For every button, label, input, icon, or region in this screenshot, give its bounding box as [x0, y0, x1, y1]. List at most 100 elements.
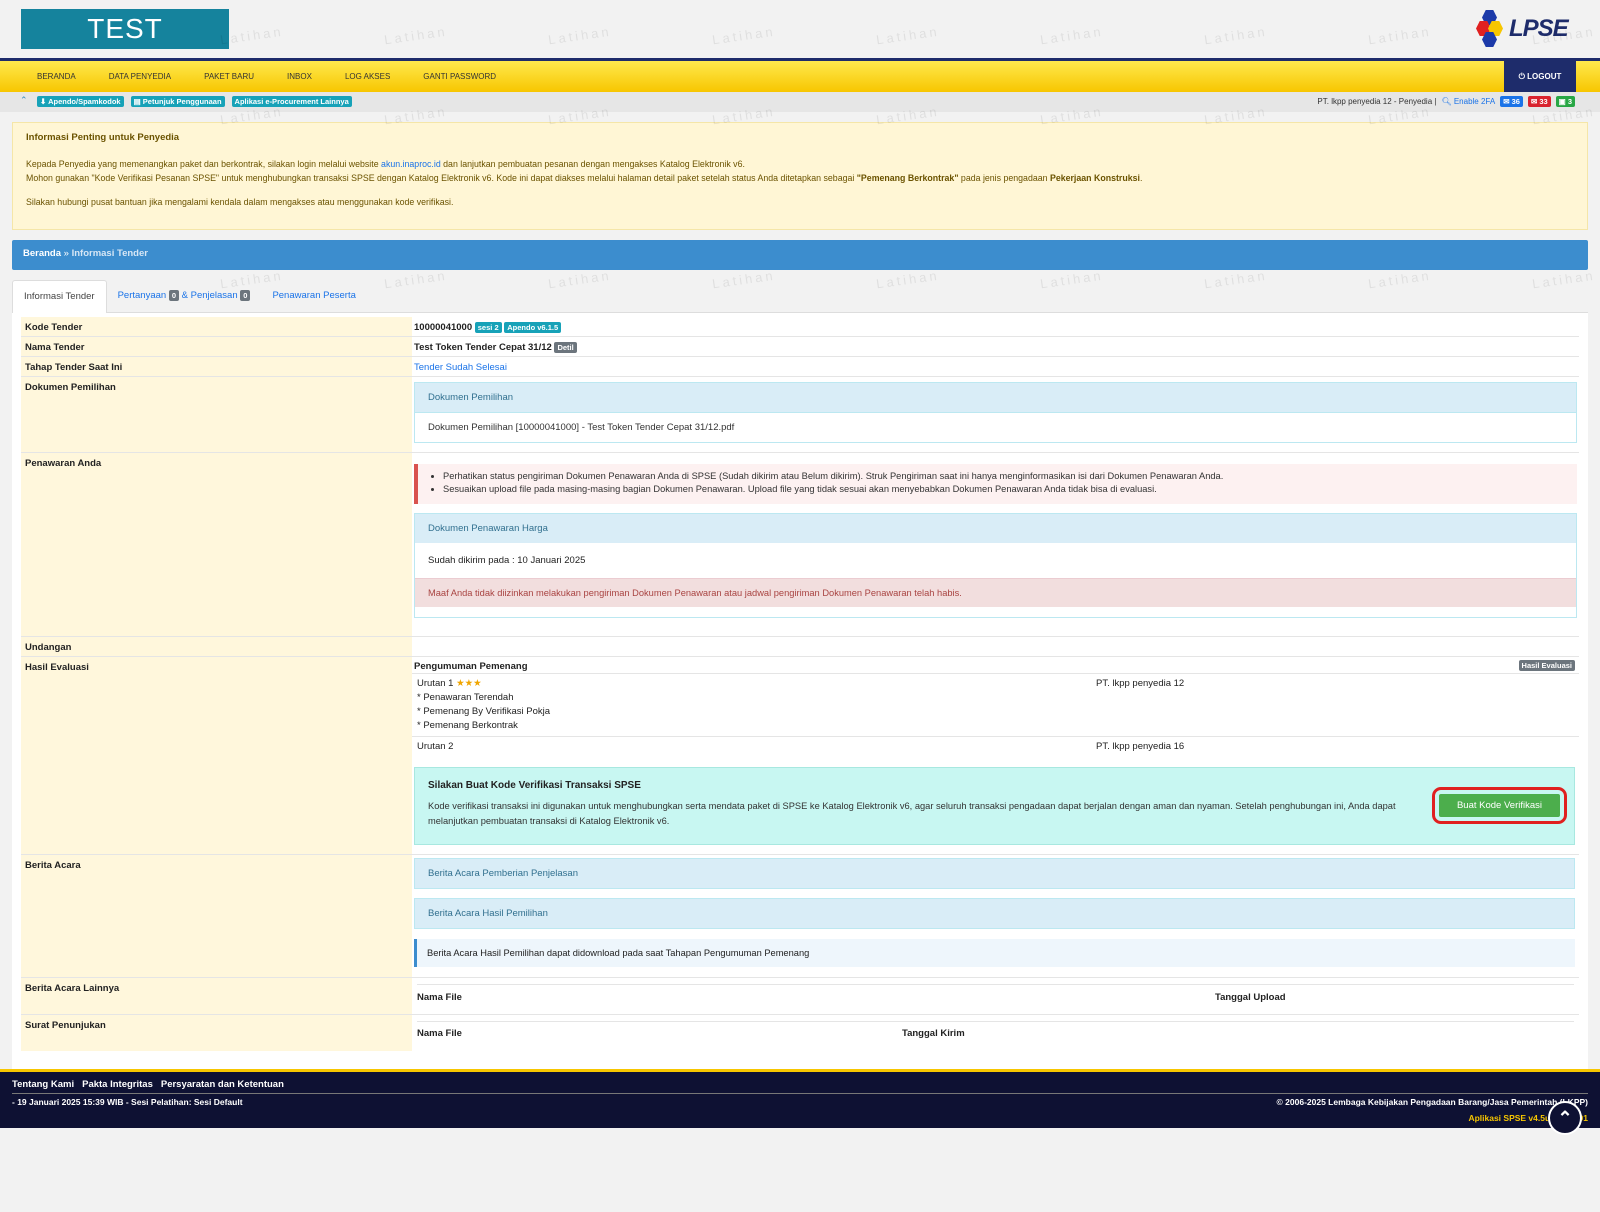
- info-bold: "Pemenang Berkontrak": [856, 173, 959, 183]
- info-text: pada jenis pengadaan: [958, 173, 1050, 183]
- table-row: Nama Tender Test Token Tender Cepat 31/1…: [21, 337, 1579, 357]
- notice-item: Sesuaikan upload file pada masing-masing…: [443, 484, 1567, 494]
- buat-kode-verifikasi-button[interactable]: Buat Kode Verifikasi: [1431, 787, 1568, 824]
- table-row: Berita Acara Berita Acara Pemberian Penj…: [21, 855, 1579, 978]
- winner-note: * Penawaran Terendah: [417, 692, 514, 703]
- urutan-label: Urutan 2: [417, 741, 454, 752]
- table-row: Undangan: [21, 637, 1579, 657]
- urutan-label: Urutan 1: [417, 678, 454, 689]
- breadcrumb: Beranda » Informasi Tender: [12, 240, 1588, 270]
- petunjuk-link[interactable]: ▤ Petunjuk Penggunaan: [130, 96, 225, 107]
- table-row: Berita Acara Lainnya Nama File Tanggal U…: [21, 978, 1579, 1015]
- info-p2: Mohon gunakan "Kode Verifikasi Pesanan S…: [26, 171, 1574, 185]
- row-label: Hasil Evaluasi: [21, 657, 412, 854]
- info-text: Mohon gunakan "Kode Verifikasi Pesanan S…: [26, 173, 857, 183]
- unread-count-badge[interactable]: ✉ 33: [1527, 96, 1551, 107]
- hasil-evaluasi-badge[interactable]: Hasil Evaluasi: [1518, 660, 1575, 671]
- info-p3: Silakan hubungi pusat bantuan jika menga…: [26, 197, 454, 207]
- nav-paket-baru[interactable]: PAKET BARU: [204, 72, 254, 81]
- berita-acara-hasil-link[interactable]: Berita Acara Hasil Pemilihan: [414, 898, 1575, 929]
- apendo-version-badge: Apendo v6.1.5: [504, 322, 562, 333]
- dokumen-file-link[interactable]: Dokumen Pemilihan [10000041000] - Test T…: [414, 413, 1577, 443]
- table-row: Kode Tender 10000041000 sesi 2 Apendo v6…: [21, 317, 1579, 337]
- enable-2fa-link[interactable]: 🔍︎ Enable 2FA: [1441, 97, 1495, 106]
- column-header: Tanggal Upload: [1215, 992, 1286, 1003]
- row-value: Test Token Tender Cepat 31/12 Detil: [412, 337, 1579, 356]
- collapse-icon[interactable]: ⌃: [20, 95, 28, 106]
- table-row: Dokumen Pemilihan Dokumen Pemilihan Doku…: [21, 377, 1579, 453]
- row-label: Dokumen Pemilihan: [21, 377, 412, 452]
- row-value: Berita Acara Pemberian Penjelasan Berita…: [412, 855, 1579, 977]
- scroll-top-icon[interactable]: ⌃: [1548, 1101, 1582, 1135]
- row-value: [412, 637, 1579, 656]
- user-info: PT. lkpp penyedia 12 - Penyedia |: [1317, 97, 1437, 106]
- table-row: Surat Penunjukan Nama File Tanggal Kirim: [21, 1015, 1579, 1051]
- info-text: Kepada Penyedia yang memenangkan paket d…: [26, 159, 382, 169]
- inbox-count-badge[interactable]: ✉ 36: [1500, 96, 1523, 107]
- kode-tender-value: 10000041000: [414, 322, 473, 333]
- unread-count: 33: [1539, 97, 1548, 106]
- nav-beranda[interactable]: BERANDA: [37, 72, 76, 81]
- column-header: Nama File: [417, 992, 462, 1003]
- logout-label: LOGOUT: [1527, 72, 1562, 81]
- inaproc-link[interactable]: akun.inaproc.id: [381, 159, 441, 169]
- row-label: Kode Tender: [21, 317, 412, 336]
- logo-text: LPSE: [1509, 15, 1569, 42]
- winner-note: * Pemenang By Verifikasi Pokja: [417, 706, 551, 717]
- table-header: Nama File Tanggal Kirim: [417, 1021, 1574, 1039]
- verifikasi-title: Silakan Buat Kode Verifikasi Transaksi S…: [428, 780, 641, 791]
- nav-inbox[interactable]: INBOX: [287, 72, 312, 81]
- tahap-link[interactable]: Tender Sudah Selesai: [412, 357, 1579, 376]
- tab-informasi-tender[interactable]: Informasi Tender: [12, 280, 107, 314]
- info-text: .: [1139, 173, 1143, 183]
- copyright: © 2006-2025 Lembaga Kebijakan Pengadaan …: [1276, 1097, 1588, 1107]
- package-count-badge[interactable]: ▣ 3: [1555, 96, 1575, 107]
- table-header: Nama File Tanggal Upload: [417, 984, 1574, 1003]
- penawaran-harga-panel: Dokumen Penawaran Harga Sudah dikirim pa…: [414, 513, 1577, 618]
- info-bold: Pekerjaan Konstruksi: [1049, 173, 1140, 183]
- breadcrumb-home[interactable]: Beranda: [23, 248, 61, 259]
- row-value: Pengumuman Pemenang Hasil Evaluasi Uruta…: [412, 657, 1579, 854]
- tabs: Informasi Tender Pertanyaan 0 & Penjelas…: [12, 280, 1588, 314]
- berita-acara-info: Berita Acara Hasil Pemilihan dapat didow…: [414, 939, 1575, 967]
- row-label: Tahap Tender Saat Ini: [21, 357, 412, 376]
- lpse-logo[interactable]: LPSE: [1476, 10, 1569, 48]
- nav-ganti-password[interactable]: GANTI PASSWORD: [423, 72, 496, 81]
- info-title: Informasi Penting untuk Penyedia: [26, 132, 180, 143]
- sent-status: Sudah dikirim pada : 10 Januari 2025: [428, 555, 586, 566]
- nav-log-akses[interactable]: LOG AKSES: [345, 72, 390, 81]
- breadcrumb-sep: »: [63, 248, 69, 259]
- row-label: Nama Tender: [21, 337, 412, 356]
- package-count: 3: [1567, 97, 1572, 106]
- row-label: Berita Acara: [21, 855, 412, 977]
- apendo-link[interactable]: ⬇ Apendo/Spamkodok: [37, 96, 124, 107]
- company-name: PT. lkpp penyedia 16: [1096, 741, 1185, 752]
- footer: Tentang Kami Pakta Integritas Persyarata…: [0, 1069, 1600, 1128]
- berita-acara-penjelasan-link[interactable]: Berita Acara Pemberian Penjelasan: [414, 858, 1575, 889]
- pengumuman-title: Pengumuman Pemenang: [414, 661, 528, 672]
- tab-pertanyaan[interactable]: Pertanyaan 0 & Penjelasan 0: [107, 280, 262, 312]
- logout-button[interactable]: ⏻ LOGOUT: [1504, 61, 1576, 92]
- site-title[interactable]: TEST: [21, 9, 229, 49]
- row-value: Dokumen Pemilihan Dokumen Pemilihan [100…: [412, 377, 1579, 452]
- footer-link-pakta[interactable]: Pakta Integritas: [82, 1079, 153, 1090]
- urutan-2-row: Urutan 2 PT. lkpp penyedia 16: [412, 737, 1579, 757]
- apendo-label: Apendo/Spamkodok: [48, 97, 121, 106]
- footer-link-tentang[interactable]: Tentang Kami: [12, 1079, 74, 1090]
- nav-data-penyedia[interactable]: DATA PENYEDIA: [109, 72, 171, 81]
- winner-note: * Pemenang Berkontrak: [417, 720, 518, 731]
- urutan-1-row: Urutan 1 ★★★ * Penawaran Terendah * Peme…: [412, 674, 1579, 737]
- penawaran-notice: Perhatikan status pengiriman Dokumen Pen…: [414, 464, 1577, 504]
- column-header: Nama File: [417, 1028, 462, 1039]
- key-icon: 🔍︎: [1441, 97, 1452, 106]
- sesi-badge: sesi 2: [474, 322, 502, 333]
- tender-detail-panel: Kode Tender 10000041000 sesi 2 Apendo v6…: [12, 313, 1588, 1069]
- detil-button[interactable]: Detil: [554, 342, 577, 353]
- verifikasi-text: Kode verifikasi transaksi ini digunakan …: [428, 801, 1396, 826]
- info-p1: Kepada Penyedia yang memenangkan paket d…: [26, 157, 1574, 171]
- header: TEST LPSE: [0, 0, 1600, 58]
- tab-penawaran-peserta[interactable]: Penawaran Peserta: [261, 280, 366, 312]
- eproc-link[interactable]: Aplikasi e-Procurement Lainnya: [231, 96, 352, 107]
- footer-link-syarat[interactable]: Persyaratan dan Ketentuan: [161, 1079, 284, 1090]
- session-info: - 19 Januari 2025 15:39 WIB - Sesi Pelat…: [12, 1097, 243, 1107]
